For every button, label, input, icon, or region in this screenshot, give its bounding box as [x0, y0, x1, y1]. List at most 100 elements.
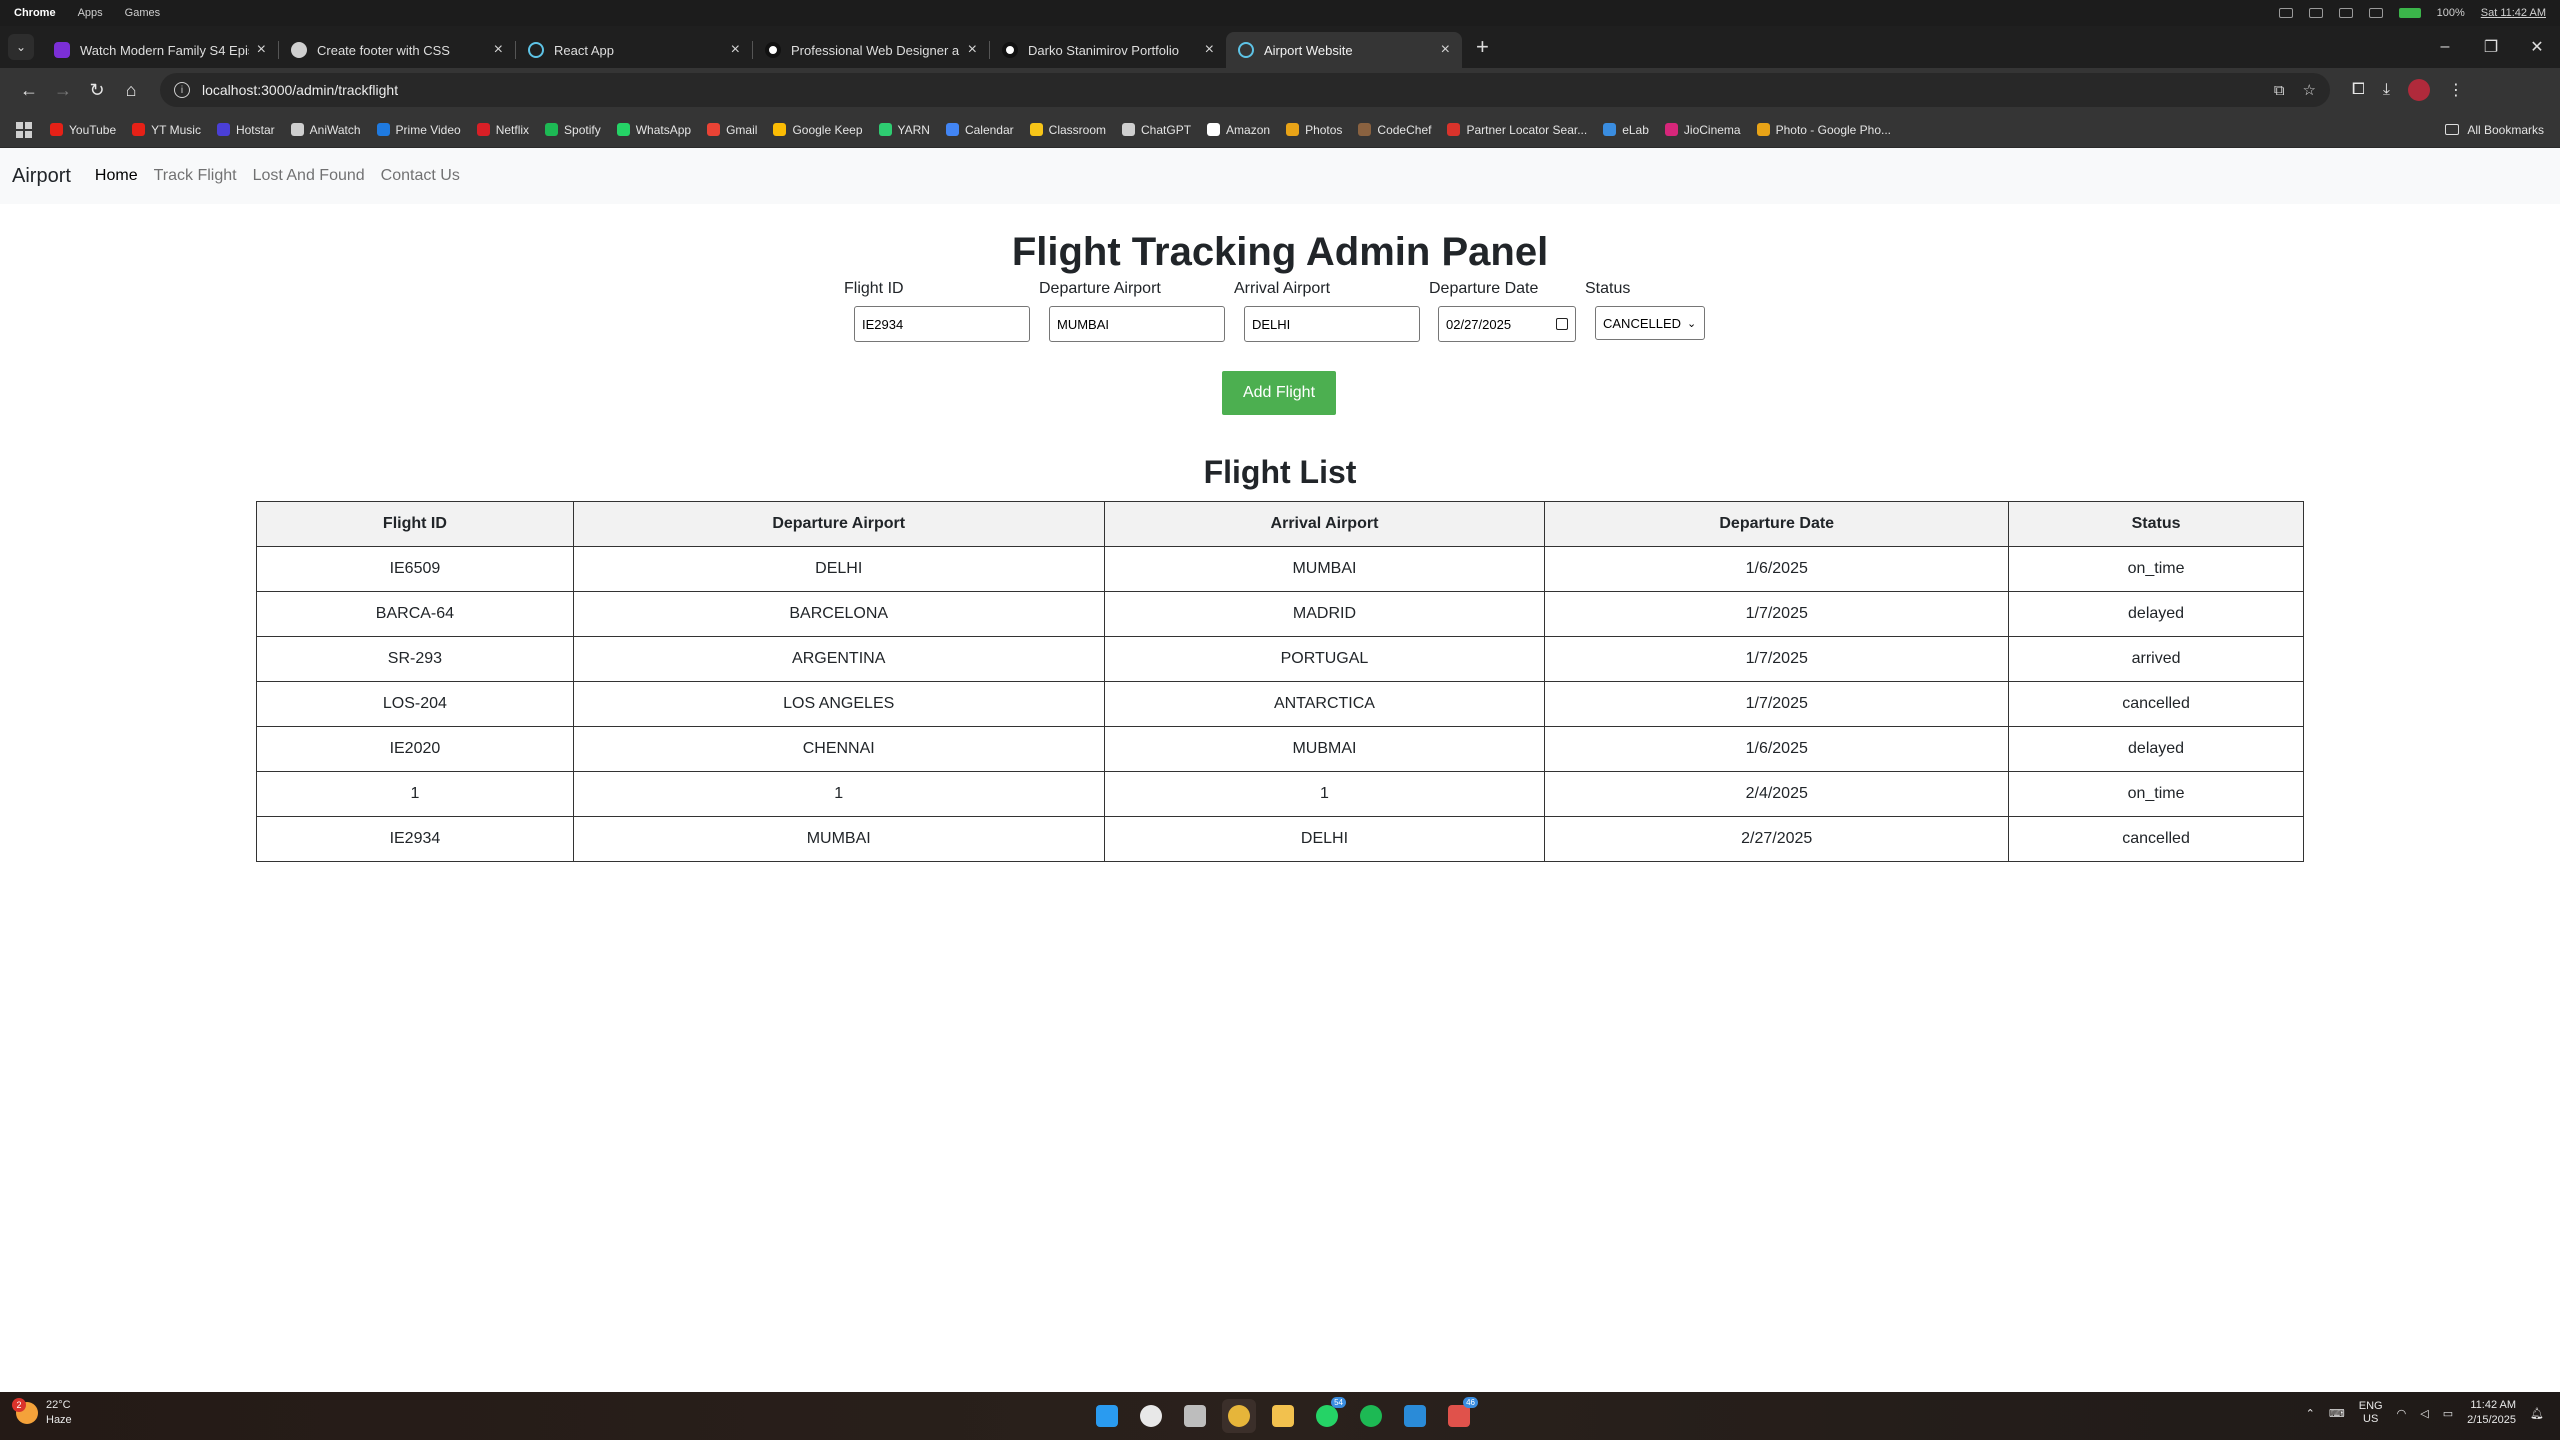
install-app-icon[interactable]: ⧉	[2274, 82, 2285, 99]
departure-date-input[interactable]: 02/27/2025	[1438, 306, 1576, 342]
bookmark-favicon-icon	[707, 123, 721, 136]
bookmark-item[interactable]: Prime Video	[376, 122, 461, 137]
close-icon[interactable]: ×	[257, 41, 266, 59]
keyboard-icon[interactable]: ⌨	[2329, 1407, 2345, 1420]
back-icon[interactable]: ←	[12, 73, 46, 107]
forward-icon[interactable]: →	[46, 73, 80, 107]
table-cell: ANTARCTICA	[1103, 681, 1546, 727]
clock[interactable]: 11:42 AM 2/15/2025	[2467, 1398, 2516, 1428]
wifi-tray-icon[interactable]: ◠	[2397, 1407, 2407, 1420]
wifi-icon[interactable]	[2368, 8, 2383, 18]
url-text[interactable]: localhost:3000/admin/trackflight	[202, 82, 398, 98]
home-icon[interactable]: ⌂	[114, 73, 148, 107]
tray-chevron-icon[interactable]: ⌃	[2306, 1407, 2315, 1420]
calendar-icon[interactable]	[1556, 318, 1568, 330]
search-icon[interactable]	[1134, 1399, 1168, 1433]
notification-bell-icon[interactable]: 🔔︎	[2530, 1407, 2544, 1420]
bookmark-item[interactable]: WhatsApp	[616, 123, 691, 137]
bookmark-item[interactable]: Spotify	[545, 123, 601, 137]
browser-tab[interactable]: React App ×	[516, 32, 752, 68]
minimize-icon[interactable]: –	[2422, 38, 2468, 56]
notification-badge: 54	[1331, 1397, 1346, 1408]
table-cell: IE6509	[256, 546, 574, 592]
close-window-icon[interactable]: ✕	[2514, 37, 2560, 57]
bookmark-item[interactable]: Google Keep	[773, 123, 863, 137]
bookmark-label: Prime Video	[395, 122, 461, 137]
telegram-icon[interactable]: 46	[1442, 1397, 1478, 1433]
speaker-icon[interactable]: ◁	[2420, 1407, 2428, 1420]
tab-search-icon[interactable]: ⌄	[8, 34, 34, 60]
whatsapp-icon[interactable]: 54	[1310, 1397, 1346, 1433]
clock-date: 2/15/2025	[2467, 1414, 2517, 1426]
extensions-icon[interactable]: ⧠	[2352, 81, 2365, 99]
cart-icon[interactable]	[2338, 8, 2353, 18]
os-menu-games[interactable]: Games	[125, 7, 160, 19]
flight-id-input[interactable]: IE2934	[854, 306, 1030, 342]
bookmark-item[interactable]: ChatGPT	[1122, 123, 1191, 137]
bookmark-item[interactable]: Classroom	[1029, 123, 1106, 137]
browser-tab-active[interactable]: Airport Website ×	[1226, 32, 1462, 68]
os-datetime[interactable]: Sat 11:42 AM	[2481, 7, 2546, 19]
bookmark-item[interactable]: AniWatch	[290, 123, 361, 137]
spotify-icon[interactable]	[1354, 1399, 1388, 1433]
add-flight-button[interactable]: Add Flight	[1222, 371, 1336, 415]
bookmark-item[interactable]: eLab	[1603, 123, 1649, 137]
bookmark-item[interactable]: Calendar	[945, 123, 1014, 137]
bookmark-star-icon[interactable]: ☆	[2303, 81, 2316, 99]
bookmark-item[interactable]: Amazon	[1207, 123, 1270, 137]
nav-lost-and-found[interactable]: Lost And Found	[253, 167, 365, 185]
apps-grid-icon[interactable]	[16, 121, 32, 138]
bookmark-item[interactable]: Partner Locator Sear...	[1447, 123, 1587, 137]
bookmark-item[interactable]: CodeChef	[1358, 123, 1431, 137]
windows-start-icon[interactable]	[1090, 1399, 1124, 1433]
restore-icon[interactable]: ❐	[2468, 37, 2514, 57]
download-icon[interactable]	[2308, 8, 2323, 18]
reload-icon[interactable]: ↻	[80, 73, 114, 107]
header-status: Status	[2008, 501, 2304, 547]
nav-home[interactable]: Home	[95, 167, 138, 185]
os-menu-apps[interactable]: Apps	[78, 7, 103, 19]
vscode-icon[interactable]	[1398, 1399, 1432, 1433]
bookmark-item[interactable]: YouTube	[50, 123, 116, 137]
browser-tab[interactable]: Darko Stanimirov Portfolio ×	[990, 32, 1226, 68]
close-icon[interactable]: ×	[494, 41, 503, 59]
bookmark-item[interactable]: YT Music	[132, 123, 201, 137]
nav-contact-us[interactable]: Contact Us	[381, 167, 460, 185]
volume-icon[interactable]	[2278, 8, 2293, 18]
bookmark-item[interactable]: Photos	[1286, 123, 1342, 137]
menu-kebab-icon[interactable]: ⋮	[2448, 80, 2464, 100]
close-icon[interactable]: ×	[1205, 41, 1214, 59]
bookmark-item[interactable]: Gmail	[707, 123, 757, 137]
close-icon[interactable]: ×	[1441, 41, 1450, 59]
battery-tray-icon[interactable]: ▭	[2443, 1407, 2453, 1420]
all-bookmarks[interactable]: All Bookmarks	[2445, 123, 2544, 137]
arrival-airport-input[interactable]: DELHI	[1244, 306, 1420, 342]
status-select[interactable]: CANCELLED ⌄	[1595, 306, 1705, 340]
address-bar[interactable]: i localhost:3000/admin/trackflight ⧉ ☆	[160, 73, 2330, 107]
bookmark-item[interactable]: JioCinema	[1664, 123, 1741, 137]
browser-tab[interactable]: Watch Modern Family S4 Episo ×	[42, 32, 278, 68]
profile-avatar[interactable]	[2407, 79, 2430, 101]
bookmark-item[interactable]: Photo - Google Pho...	[1756, 123, 1891, 137]
file-explorer-icon[interactable]	[1266, 1399, 1300, 1433]
flight-id-label: Flight ID	[844, 280, 904, 297]
close-icon[interactable]: ×	[968, 41, 977, 59]
close-icon[interactable]: ×	[731, 41, 740, 59]
departure-airport-group: Departure Airport MUMBAI	[1039, 280, 1225, 342]
nav-track-flight[interactable]: Track Flight	[154, 167, 237, 185]
weather-widget[interactable]: 2 22°C Haze	[12, 1398, 72, 1428]
language-indicator[interactable]: ENG US	[2359, 1400, 2383, 1426]
bookmark-item[interactable]: Netflix	[476, 123, 529, 137]
site-info-icon[interactable]: i	[174, 82, 190, 98]
downloads-icon[interactable]: ⤓	[2383, 81, 2390, 99]
table-cell: cancelled	[2008, 681, 2304, 727]
brand-logo[interactable]: Airport	[12, 165, 71, 188]
chrome-icon[interactable]	[1222, 1399, 1256, 1433]
bookmark-item[interactable]: YARN	[878, 123, 930, 137]
bookmark-item[interactable]: Hotstar	[216, 123, 275, 137]
departure-airport-input[interactable]: MUMBAI	[1049, 306, 1225, 342]
new-tab-icon[interactable]: +	[1476, 34, 1489, 60]
browser-tab[interactable]: Professional Web Designer and ×	[753, 32, 989, 68]
task-view-icon[interactable]	[1178, 1399, 1212, 1433]
browser-tab[interactable]: Create footer with CSS ×	[279, 32, 515, 68]
